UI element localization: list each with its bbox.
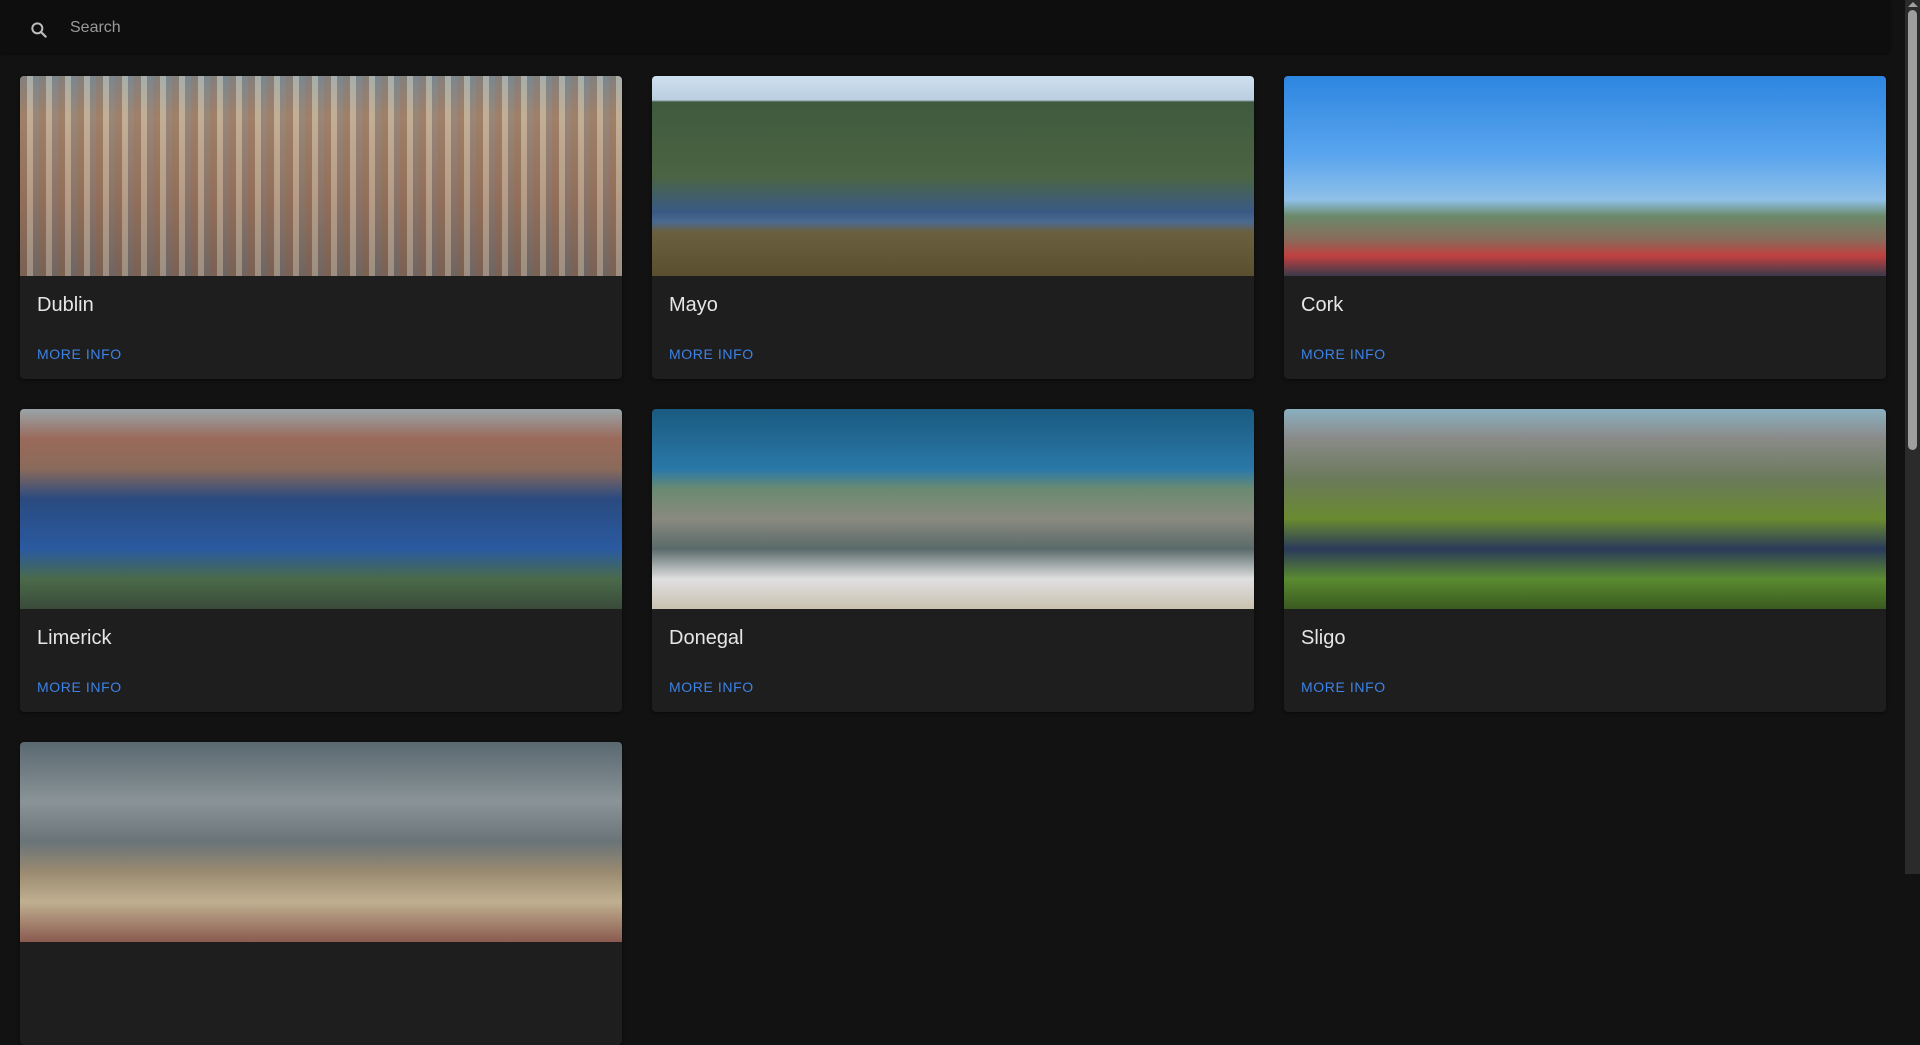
more-info-button[interactable]: MORE INFO bbox=[1295, 342, 1392, 366]
scrollbar-thumb[interactable] bbox=[1908, 10, 1917, 450]
card-title: Donegal bbox=[669, 627, 744, 649]
card-image[interactable] bbox=[652, 76, 1254, 276]
card-limerick: Limerick MORE INFO bbox=[20, 409, 622, 712]
card-donegal: Donegal MORE INFO bbox=[652, 409, 1254, 712]
scrollbar[interactable] bbox=[1905, 0, 1920, 874]
card-partial bbox=[20, 742, 622, 1045]
card-title: Mayo bbox=[669, 294, 718, 316]
card-mayo: Mayo MORE INFO bbox=[652, 76, 1254, 379]
card-cork: Cork MORE INFO bbox=[1284, 76, 1886, 379]
search-bar bbox=[0, 0, 1890, 53]
card-title: Sligo bbox=[1301, 627, 1346, 649]
card-sligo: Sligo MORE INFO bbox=[1284, 409, 1886, 712]
card-image[interactable] bbox=[20, 742, 622, 942]
card-dublin: Dublin MORE INFO bbox=[20, 76, 622, 379]
search-icon[interactable] bbox=[29, 20, 49, 40]
card-image[interactable] bbox=[20, 409, 622, 609]
search-input[interactable] bbox=[68, 14, 672, 42]
card-image[interactable] bbox=[1284, 409, 1886, 609]
card-title: Limerick bbox=[37, 627, 112, 649]
more-info-button[interactable]: MORE INFO bbox=[663, 342, 760, 366]
card-image[interactable] bbox=[652, 409, 1254, 609]
more-info-button[interactable]: MORE INFO bbox=[31, 342, 128, 366]
more-info-button[interactable]: MORE INFO bbox=[1295, 675, 1392, 699]
card-title: Dublin bbox=[37, 294, 94, 316]
more-info-button[interactable]: MORE INFO bbox=[31, 675, 128, 699]
more-info-button[interactable]: MORE INFO bbox=[663, 675, 760, 699]
card-title: Cork bbox=[1301, 294, 1344, 316]
card-image[interactable] bbox=[1284, 76, 1886, 276]
scroll-up-arrow-icon[interactable] bbox=[1908, 2, 1918, 7]
card-image[interactable] bbox=[20, 76, 622, 276]
